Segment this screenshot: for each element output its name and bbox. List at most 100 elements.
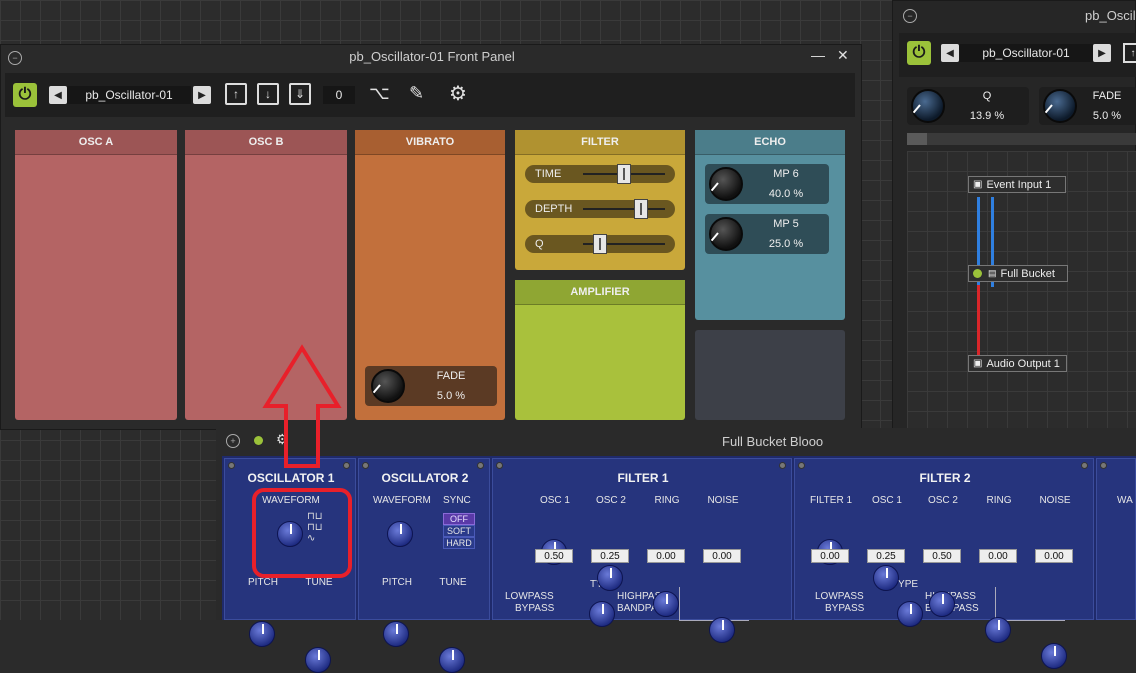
full-bucket-node[interactable]: ▤ Full Bucket xyxy=(968,265,1068,282)
screw xyxy=(1081,462,1088,469)
osc2-tune-knob[interactable] xyxy=(439,647,465,673)
filter-slider-depth[interactable]: DEPTH xyxy=(525,199,675,219)
filter1-knob-3[interactable] xyxy=(709,617,735,643)
folder-icon[interactable]: ↑ xyxy=(1123,43,1136,63)
echo-knob-2-box: MP 5 25.0 % xyxy=(705,214,829,254)
window-title: pb_Oscillator-01 Front Panel xyxy=(349,49,515,64)
filter1-lowpass[interactable]: LOWPASS xyxy=(505,591,554,602)
osc2-title: OSCILLATOR 2 xyxy=(381,471,469,485)
routing-icon[interactable]: ⌥ xyxy=(369,83,390,104)
download-icon[interactable]: ↓ xyxy=(257,83,279,105)
filter2-type-knob[interactable] xyxy=(897,601,923,627)
mp6-knob[interactable] xyxy=(709,167,743,201)
filter-slider-q[interactable]: Q xyxy=(525,234,675,254)
filter2-knob-3[interactable] xyxy=(985,617,1011,643)
full-bucket-label: Full Bucket xyxy=(1000,267,1055,280)
sync-soft[interactable]: SOFT xyxy=(443,525,475,537)
right-fade-knob[interactable] xyxy=(1043,89,1077,123)
filter1-value-3[interactable]: 0.00 xyxy=(703,549,741,563)
osc2-waveform-knob[interactable] xyxy=(387,521,413,547)
filter-slider-time-thumb[interactable] xyxy=(617,164,631,184)
right-next-button[interactable]: ▶ xyxy=(1093,44,1111,62)
mp5-knob[interactable] xyxy=(709,217,743,251)
filter1-knob-2[interactable] xyxy=(653,591,679,617)
right-fade-label: FADE xyxy=(1092,90,1122,102)
import-icon[interactable]: ⇓ xyxy=(289,83,311,105)
filter2-knob-label-1: OSC 1 xyxy=(871,495,902,506)
filter2-value-3[interactable]: 0.00 xyxy=(979,549,1017,563)
filter2-knob-label-3: RING xyxy=(986,495,1012,506)
filter1-knob-label-1: OSC 2 xyxy=(595,495,626,506)
filter2-value-1[interactable]: 0.25 xyxy=(867,549,905,563)
routing-canvas xyxy=(907,151,1136,431)
fade-label: FADE xyxy=(436,370,466,382)
vibrato-panel: VIBRATO FADE 5.0 % xyxy=(355,130,505,420)
osc2-pitch-label: PITCH xyxy=(382,577,412,588)
filter1-value-0[interactable]: 0.50 xyxy=(535,549,573,563)
filter2-value-4[interactable]: 0.00 xyxy=(1035,549,1073,563)
next-section-label: WA xyxy=(1117,495,1133,506)
fade-knob-box: FADE 5.0 % xyxy=(365,366,497,406)
screw xyxy=(228,462,235,469)
filter1-value-1[interactable]: 0.25 xyxy=(591,549,629,563)
filter2-bypass[interactable]: BYPASS xyxy=(825,603,864,614)
filter1-value-2[interactable]: 0.00 xyxy=(647,549,685,563)
filter1-title: FILTER 1 xyxy=(617,471,669,485)
next-preset-button[interactable]: ▶ xyxy=(193,86,211,104)
power-button[interactable]: ⏻ xyxy=(13,83,37,107)
q-value: 13.9 % xyxy=(969,110,1005,122)
fade-value: 5.0 % xyxy=(436,390,466,402)
close-icon[interactable]: ✕ xyxy=(837,47,849,64)
osc2-tune-label: TUNE xyxy=(439,577,467,588)
right-power-button[interactable]: ⏻ xyxy=(907,41,931,65)
filter2-value-2[interactable]: 0.50 xyxy=(923,549,961,563)
prev-preset-button[interactable]: ◀ xyxy=(49,86,67,104)
filter2-knob-2[interactable] xyxy=(929,591,955,617)
filter2-knob-4[interactable] xyxy=(1041,643,1067,669)
filter1-knob-1[interactable] xyxy=(597,565,623,591)
osc2-pitch-knob[interactable] xyxy=(383,621,409,647)
plugin-add-icon[interactable]: + xyxy=(226,434,240,448)
osc1-tune-label: TUNE xyxy=(305,577,333,588)
osc2-sync-group: OFF SOFT HARD xyxy=(443,513,475,549)
filter-slider-time[interactable]: TIME xyxy=(525,164,675,184)
upload-icon[interactable]: ↑ xyxy=(225,83,247,105)
event-input-node[interactable]: ▣ Event Input 1 xyxy=(968,176,1066,193)
filter-slider-depth-thumb[interactable] xyxy=(634,199,648,219)
sync-hard[interactable]: HARD xyxy=(443,537,475,549)
right-window-menu-icon[interactable]: − xyxy=(903,9,917,23)
right-preset-name[interactable]: pb_Oscillator-01 xyxy=(959,44,1093,62)
filter2-lowpass[interactable]: LOWPASS xyxy=(815,591,864,602)
sync-off[interactable]: OFF xyxy=(443,513,475,525)
osc-b-title: OSC B xyxy=(185,130,347,155)
filter2-knob-1[interactable] xyxy=(873,565,899,591)
input-icon: ▣ xyxy=(973,179,983,190)
filter-slider-q-thumb[interactable] xyxy=(593,234,608,254)
fade-knob[interactable] xyxy=(371,369,405,403)
chevron-right-icon: ▶ xyxy=(1098,47,1106,59)
filter1-knob-label-0: OSC 1 xyxy=(539,495,570,506)
preset-name[interactable]: pb_Oscillator-01 xyxy=(67,86,191,104)
right-prev-button[interactable]: ◀ xyxy=(941,44,959,62)
osc1-pitch-knob[interactable] xyxy=(249,621,275,647)
scrollbar[interactable] xyxy=(907,133,1136,145)
filter-slider-time-label: TIME xyxy=(535,168,562,180)
mp5-label: MP 5 xyxy=(773,218,799,230)
minimize-icon[interactable]: — xyxy=(811,47,825,63)
filter1-bypass[interactable]: BYPASS xyxy=(515,603,554,614)
audio-output-node[interactable]: ▣ Audio Output 1 xyxy=(968,355,1067,372)
filter2-response-graph xyxy=(995,587,1065,621)
osc1-tune-knob[interactable] xyxy=(305,647,331,673)
event-input-label: Event Input 1 xyxy=(986,178,1052,191)
osc1-title: OSCILLATOR 1 xyxy=(247,471,335,485)
settings-gear-icon[interactable]: ⚙ xyxy=(449,81,467,106)
filter-slider-q-label: Q xyxy=(535,238,544,250)
edit-pencil-icon[interactable]: ✎ xyxy=(409,83,424,104)
osc2-waveform-label: WAVEFORM xyxy=(373,495,431,506)
counter-field[interactable]: 0 xyxy=(323,86,355,104)
right-toolbar: ⏻ ◀ pb_Oscillator-01 ▶ ↑ xyxy=(899,33,1136,77)
screw xyxy=(1100,462,1107,469)
filter2-value-0[interactable]: 0.00 xyxy=(811,549,849,563)
filter1-type-knob[interactable] xyxy=(589,601,615,627)
q-knob[interactable] xyxy=(911,89,945,123)
